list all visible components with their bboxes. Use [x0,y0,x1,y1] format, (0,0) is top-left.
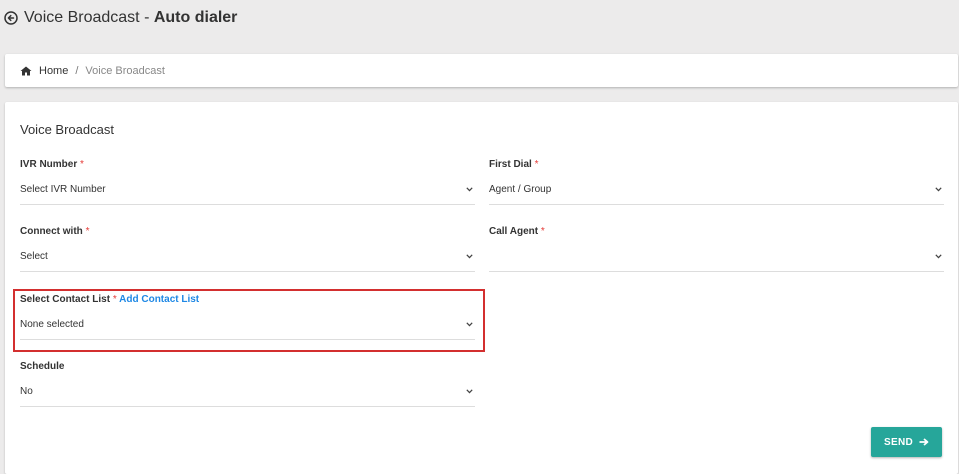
schedule-label: Schedule [20,361,64,372]
first-dial-label: First Dial * [489,159,538,170]
send-button[interactable]: SEND [871,427,942,457]
call-agent-label: Call Agent * [489,226,545,237]
chevron-down-icon [466,187,473,192]
send-button-label: SEND [884,436,913,448]
chevron-down-icon [935,254,942,259]
connect-with-value: Select [20,251,48,262]
connect-with-label: Connect with * [20,226,89,237]
required-mark: * [85,226,90,237]
card-title: Voice Broadcast [20,122,114,137]
schedule-select[interactable]: No [20,379,475,407]
home-icon[interactable] [20,66,32,76]
breadcrumb-separator: / [75,64,79,77]
breadcrumb-home-link[interactable]: Home [39,65,68,77]
required-mark: * [80,159,84,170]
first-dial-value: Agent / Group [489,184,552,195]
call-agent-label-text: Call Agent [489,226,539,237]
required-mark: * [534,159,539,170]
arrow-right-icon [919,438,929,446]
arrow-left-circle-icon[interactable] [4,11,18,25]
schedule-label-text: Schedule [20,361,65,372]
page-title-bold: Auto dialer [153,9,238,26]
required-mark: * [540,226,545,237]
highlight-annotation-box [13,289,485,352]
connect-with-select[interactable]: Select [20,244,475,272]
breadcrumb: Home / Voice Broadcast [5,54,958,87]
breadcrumb-current: Voice Broadcast [85,64,165,77]
chevron-down-icon [935,187,942,192]
ivr-number-value: Select IVR Number [20,184,106,195]
chevron-down-icon [466,389,473,394]
ivr-number-select[interactable]: Select IVR Number [20,177,475,205]
ivr-number-label: IVR Number * [20,159,84,170]
ivr-number-label-text: IVR Number [20,159,78,170]
schedule-value: No [20,386,33,397]
chevron-down-icon [466,254,473,259]
page-title: Voice Broadcast - Auto dialer [24,9,237,27]
first-dial-label-text: First Dial [489,159,532,170]
connect-with-label-text: Connect with [20,226,83,237]
first-dial-select[interactable]: Agent / Group [489,177,944,205]
call-agent-select[interactable] [489,244,944,272]
top-bar: Voice Broadcast - Auto dialer [0,0,959,40]
page-title-main: Voice Broadcast - [24,9,154,26]
voice-broadcast-card: Voice Broadcast IVR Number * Select IVR … [5,102,958,474]
